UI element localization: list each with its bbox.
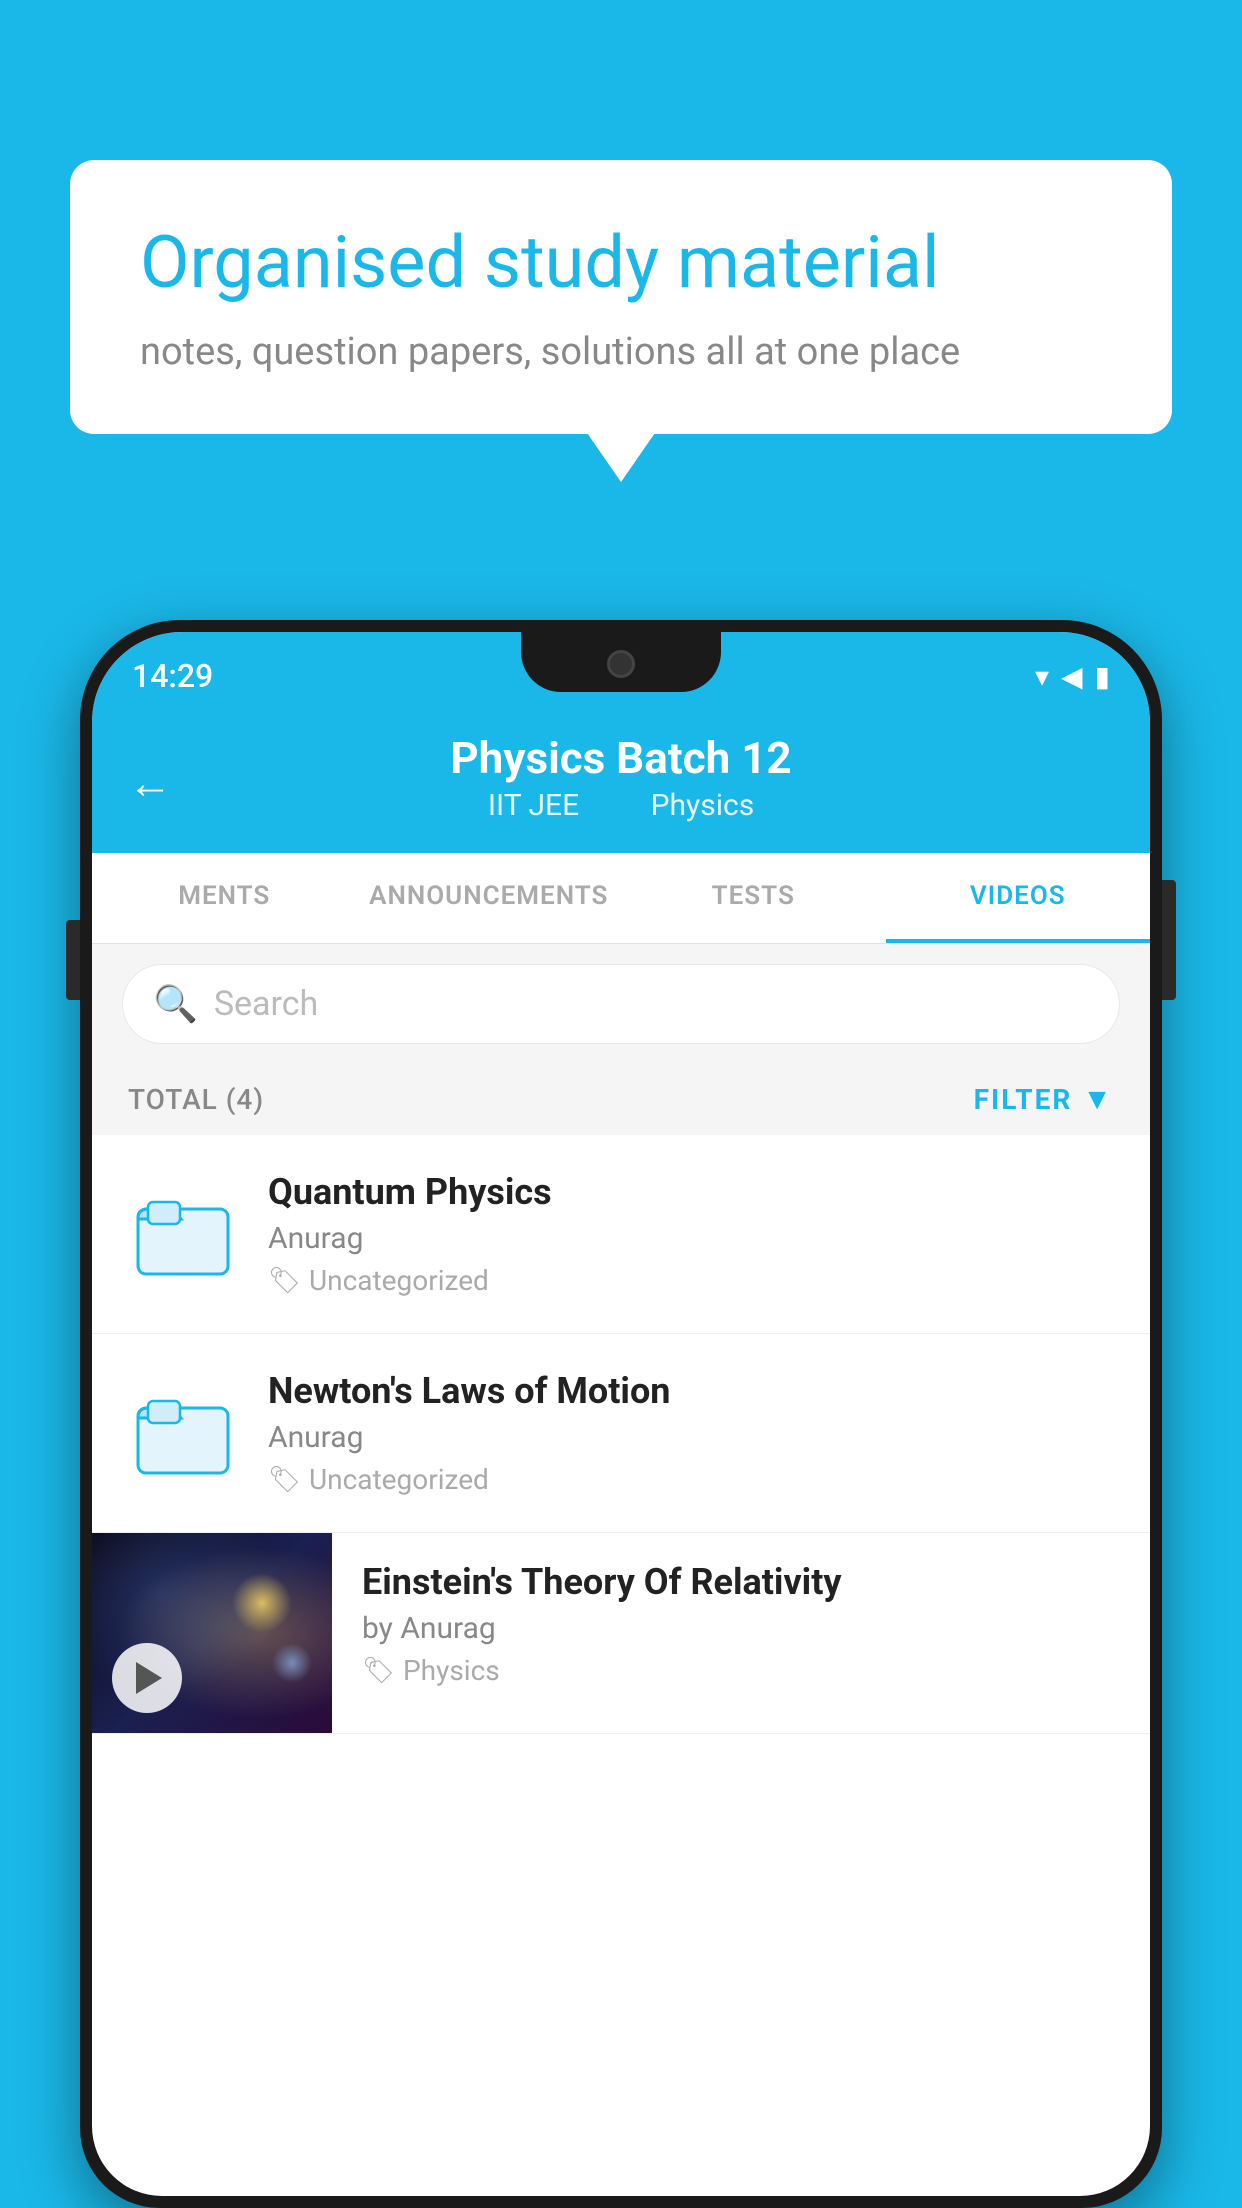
video-tag: 🏷 Physics [362,1654,1120,1687]
tab-announcements[interactable]: ANNOUNCEMENTS [357,853,622,943]
video-title: Einstein's Theory Of Relativity [362,1561,1120,1603]
video-folder-icon [128,1179,238,1289]
signal-icon: ◀ [1061,660,1083,693]
filter-label: FILTER [974,1083,1073,1116]
list-item[interactable]: Quantum Physics Anurag 🏷 Uncategorized [92,1135,1150,1334]
filter-bar: TOTAL (4) FILTER ▼ [92,1064,1150,1135]
back-button[interactable]: ← [128,757,172,809]
list-item[interactable]: Einstein's Theory Of Relativity by Anura… [92,1533,1150,1734]
video-author: Anurag [268,1420,1114,1455]
speech-bubble: Organised study material notes, question… [70,160,1172,434]
front-camera [607,650,635,678]
play-icon [136,1662,162,1694]
header-title: Physics Batch 12 [132,732,1110,784]
video-title: Quantum Physics [268,1171,1114,1213]
search-container: 🔍 Search [92,944,1150,1064]
search-bar[interactable]: 🔍 Search [122,964,1120,1044]
video-author: by Anurag [362,1611,1120,1646]
tab-tests[interactable]: TESTS [621,853,886,943]
filter-button[interactable]: FILTER ▼ [974,1082,1114,1117]
header-tag2: Physics [651,788,755,823]
battery-icon: ▮ [1095,660,1110,693]
tag-label: Uncategorized [309,1463,489,1496]
tag-icon: 🏷 [362,1656,395,1686]
phone-frame: 14:29 ▾ ◀ ▮ ← Physics Batch 12 IIT JEE P… [80,620,1162,2208]
video-info: Einstein's Theory Of Relativity by Anura… [332,1533,1150,1715]
phone-screen: 14:29 ▾ ◀ ▮ ← Physics Batch 12 IIT JEE P… [92,632,1150,2196]
video-author: Anurag [268,1221,1114,1256]
bubble-title: Organised study material [140,220,1102,306]
play-button[interactable] [112,1643,182,1713]
tag-icon: 🏷 [268,1465,301,1495]
video-folder-icon [128,1378,238,1488]
status-icons: ▾ ◀ ▮ [1035,660,1110,693]
video-thumbnail-image [92,1533,332,1733]
tag-label: Uncategorized [309,1264,489,1297]
tag-label: Physics [403,1654,500,1687]
phone-notch [521,632,721,692]
total-count: TOTAL (4) [128,1083,264,1116]
tab-ments[interactable]: MENTS [92,853,357,943]
app-header: ← Physics Batch 12 IIT JEE Physics [92,712,1150,853]
video-info: Quantum Physics Anurag 🏷 Uncategorized [268,1171,1114,1297]
video-tag: 🏷 Uncategorized [268,1264,1114,1297]
filter-icon: ▼ [1082,1082,1114,1117]
decorative-orb [232,1573,292,1633]
tab-videos[interactable]: VIDEOS [886,853,1151,943]
search-icon: 🔍 [153,983,198,1025]
search-placeholder: Search [214,984,318,1024]
header-tag1: IIT JEE [488,788,579,823]
video-info: Newton's Laws of Motion Anurag 🏷 Uncateg… [268,1370,1114,1496]
video-title: Newton's Laws of Motion [268,1370,1114,1412]
tag-icon: 🏷 [268,1266,301,1296]
video-tag: 🏷 Uncategorized [268,1463,1114,1496]
video-list: Quantum Physics Anurag 🏷 Uncategorized [92,1135,1150,1734]
phone-power-button [1162,880,1176,1000]
speech-bubble-container: Organised study material notes, question… [70,160,1172,434]
wifi-icon: ▾ [1035,660,1049,693]
decorative-orb [272,1643,312,1683]
bubble-subtitle: notes, question papers, solutions all at… [140,330,1102,374]
list-item[interactable]: Newton's Laws of Motion Anurag 🏷 Uncateg… [92,1334,1150,1533]
status-time: 14:29 [132,657,213,695]
tab-bar: MENTS ANNOUNCEMENTS TESTS VIDEOS [92,853,1150,944]
header-subtitle: IIT JEE Physics [132,788,1110,823]
phone-volume-button [66,920,80,1000]
